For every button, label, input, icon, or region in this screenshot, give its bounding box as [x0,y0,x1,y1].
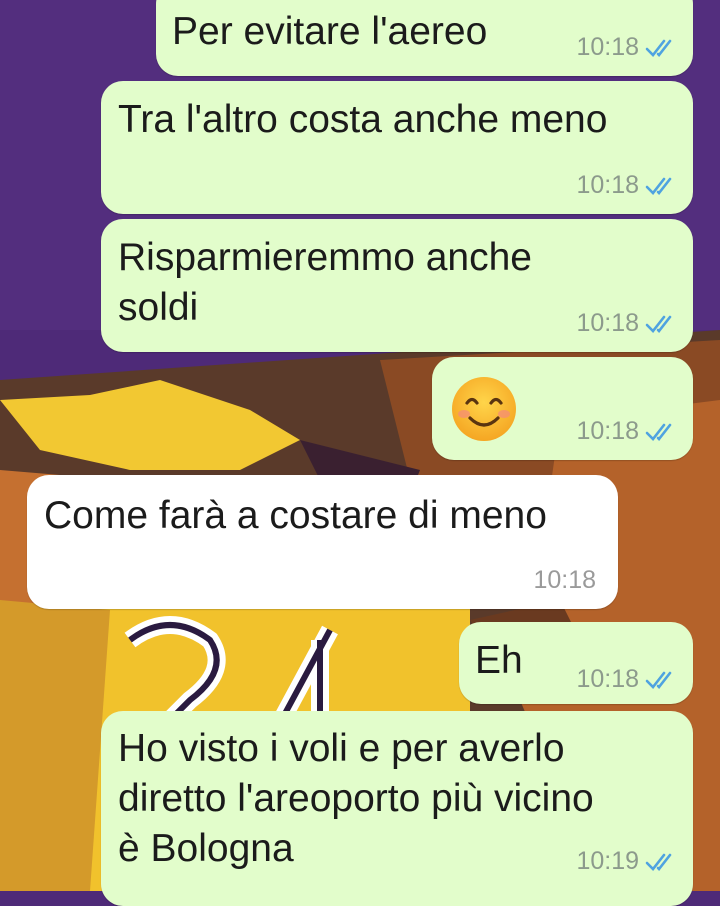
message-bubble-outgoing[interactable]: Per evitare l'aereo 10:18 [156,0,693,76]
message-time: 10:18 [576,33,639,61]
message-time: 10:19 [576,847,639,875]
message-bubble-outgoing[interactable]: Risparmieremmo anche soldi 10:18 [101,219,693,352]
message-text: Risparmieremmo anche soldi [118,236,532,329]
message-text: Per evitare l'aereo [172,10,488,53]
message-bubble-outgoing[interactable]: 10:18 [432,357,693,460]
smiling-face-emoji-icon [452,377,516,441]
message-time: 10:18 [533,566,596,594]
message-meta: 10:18 [576,33,677,62]
message-bubble-incoming[interactable]: Come farà a costare di meno 10:18 [27,475,618,609]
message-time: 10:18 [576,171,639,199]
message-time: 10:18 [576,309,639,337]
message-bubble-outgoing[interactable]: Tra l'altro costa anche meno 10:18 [101,81,693,214]
read-ticks-icon [645,177,672,195]
message-bubble-outgoing[interactable]: Ho visto i voli e per averlo diretto l'a… [101,711,693,906]
message-text: Ho visto i voli e per averlo diretto l'a… [118,727,594,870]
message-meta: 10:18 [576,665,677,694]
message-meta: 10:18 [533,566,596,595]
message-meta: 10:19 [576,847,677,876]
read-ticks-icon [645,39,672,57]
read-ticks-icon [645,423,672,441]
message-time: 10:18 [576,665,639,693]
read-ticks-icon [645,853,672,871]
read-ticks-icon [645,315,672,333]
message-time: 10:18 [576,417,639,445]
message-meta: 10:18 [576,309,677,338]
message-bubble-outgoing[interactable]: Eh 10:18 [459,622,693,704]
message-text: Come farà a costare di meno [44,494,547,537]
message-meta: 10:18 [576,417,677,446]
message-meta: 10:18 [576,171,677,200]
read-ticks-icon [645,671,672,689]
message-text: Tra l'altro costa anche meno [118,98,608,141]
message-text: Eh [475,639,523,682]
